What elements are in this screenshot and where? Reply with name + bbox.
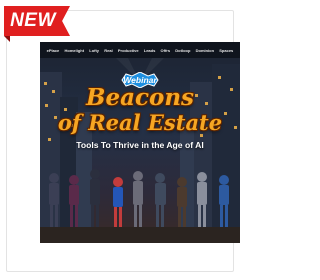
sponsor-logo: Homelight [64,47,85,53]
poster-title-line1: Beacons [86,84,194,111]
sponsor-logo: Leads [143,47,156,53]
sponsor-logo: Spaces [219,47,234,53]
sponsor-logo: Productive [117,47,139,53]
poster-subtitle: Tools To Thrive in the Age of AI [76,140,204,150]
ribbon-fold [4,36,10,42]
sponsor-logo: Real [104,47,113,53]
new-ribbon-label: NEW [10,10,56,31]
sponsor-logo: Dominion [195,47,215,53]
sponsor-logo: Dotloop [175,47,191,53]
sponsor-logo: ePlace [46,47,60,53]
sponsor-logo: Offrs [160,47,171,53]
poster-title-line2: of Real Estate [57,110,223,135]
new-ribbon: NEW [4,6,70,36]
webinar-poster-image[interactable]: ePlace Homelight Lofty Real Productive L… [40,42,240,243]
sponsor-logo: Lofty [89,47,100,53]
sponsor-logos-bar: ePlace Homelight Lofty Real Productive L… [40,42,240,58]
